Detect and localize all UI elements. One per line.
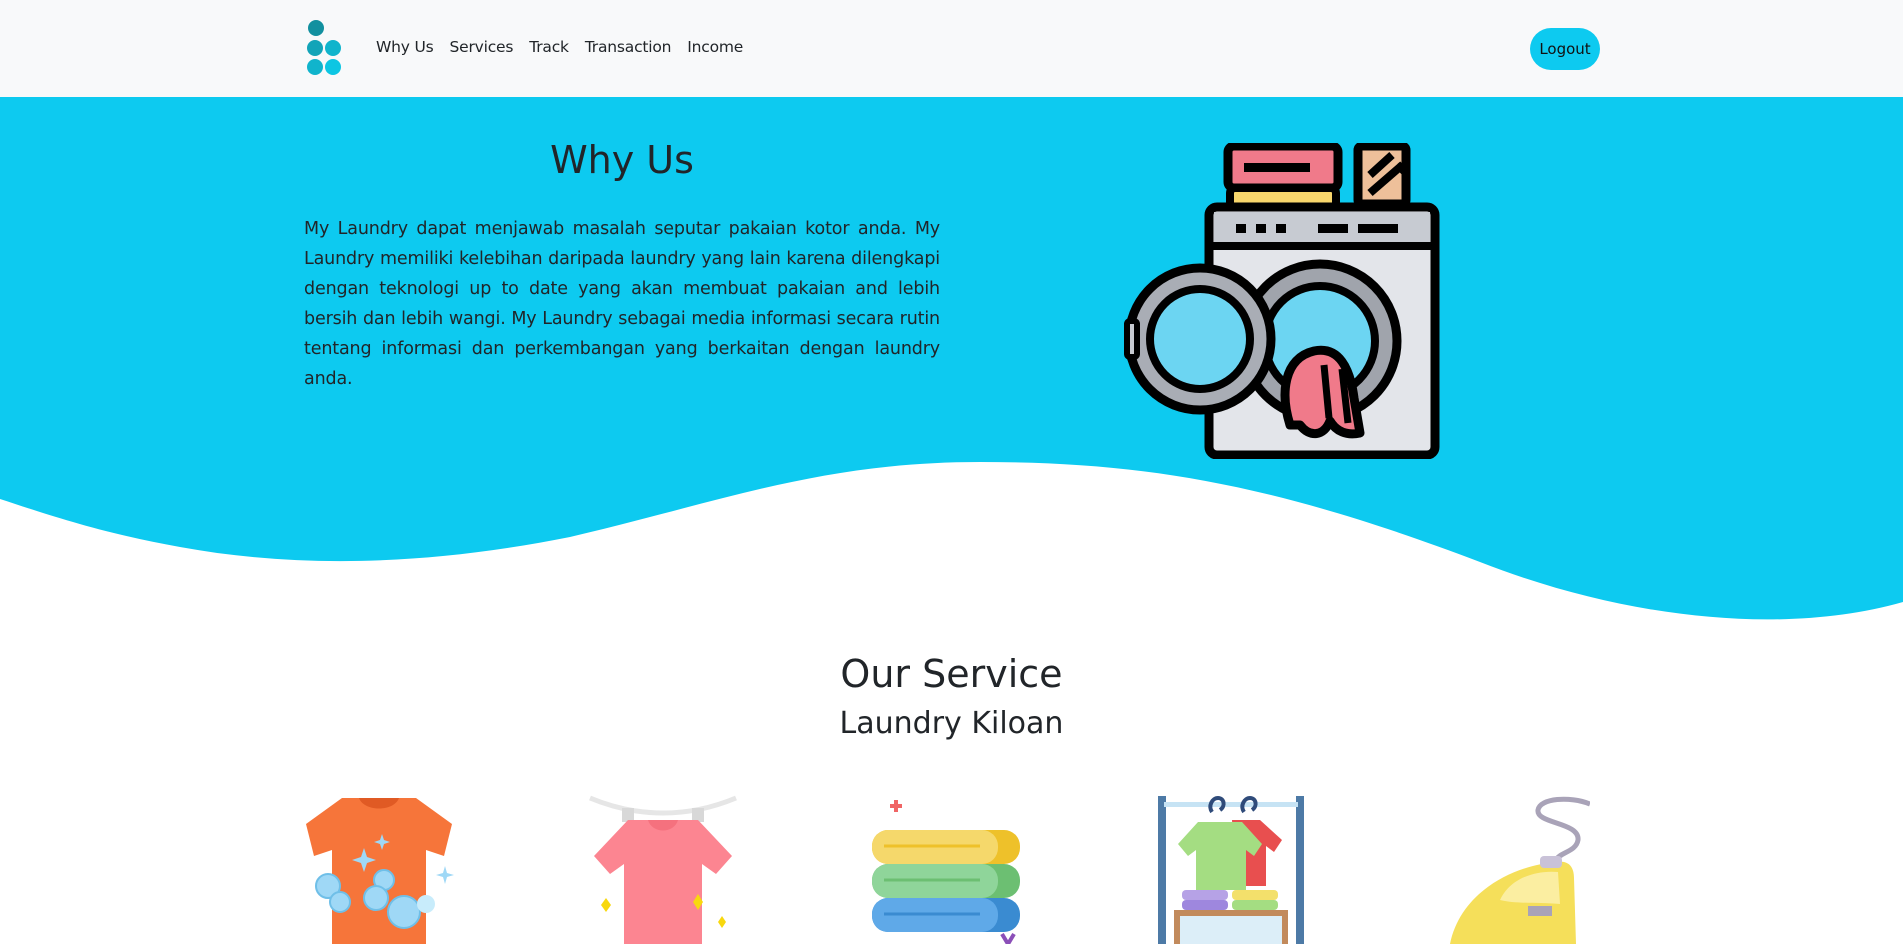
clothes-rack-icon xyxy=(1158,795,1304,944)
why-us-title: Why Us xyxy=(550,138,694,182)
washing-machine-icon xyxy=(1124,143,1440,459)
folded-towels-icon xyxy=(872,800,1020,944)
hero-wave-background xyxy=(0,97,1903,620)
why-us-description: My Laundry dapat menjawab masalah seputa… xyxy=(304,219,940,389)
our-service-title: Our Service xyxy=(840,652,1063,696)
nav-link-income[interactable]: Income xyxy=(687,38,743,56)
nav-link-why-us[interactable]: Why Us xyxy=(376,38,434,56)
nav-links: Why Us Services Track Transaction Income xyxy=(376,38,743,56)
navbar: Why Us Services Track Transaction Income… xyxy=(0,0,1903,97)
washing-shirt-icon xyxy=(306,798,454,944)
logout-button[interactable]: Logout xyxy=(1530,28,1600,70)
nav-link-track[interactable]: Track xyxy=(529,38,569,56)
laundry-kiloan-subtitle: Laundry Kiloan xyxy=(839,706,1064,741)
drying-shirt-icon xyxy=(589,795,737,944)
nav-link-services[interactable]: Services xyxy=(449,38,513,56)
iron-icon xyxy=(1450,796,1590,944)
logo-icon[interactable] xyxy=(304,19,344,77)
nav-link-transaction[interactable]: Transaction xyxy=(585,38,672,56)
